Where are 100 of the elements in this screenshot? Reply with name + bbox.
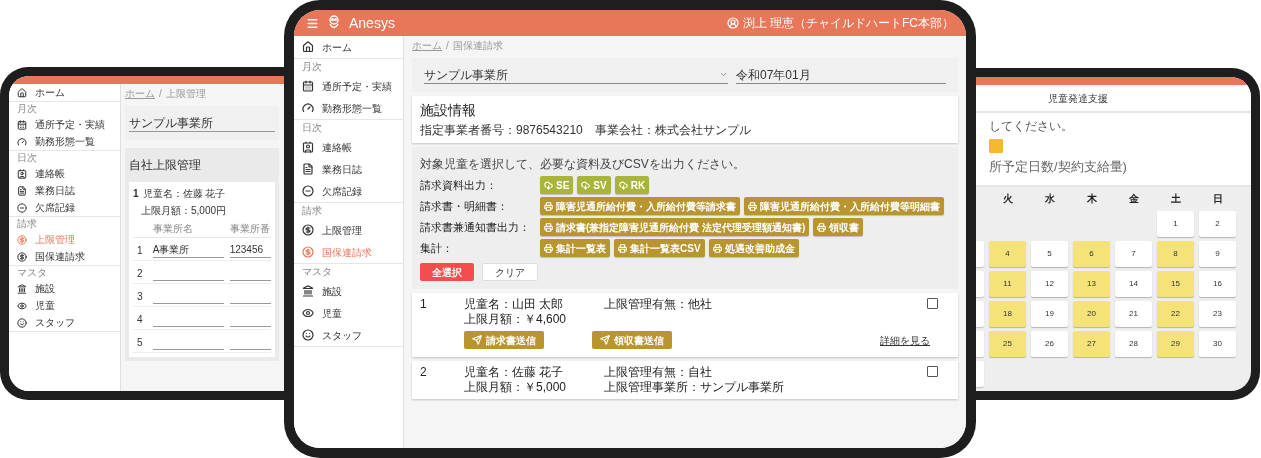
sidebar-item[interactable]: ホーム: [294, 36, 403, 58]
dollar-circle-icon: [17, 251, 27, 262]
sidebar-section-heading: 月次: [16, 102, 38, 116]
office-name-field[interactable]: A事業所: [152, 242, 224, 258]
calendar-day-cell[interactable]: 28: [1115, 330, 1152, 357]
calendar-day-cell[interactable]: [976, 330, 984, 357]
printer-icon: [544, 243, 553, 253]
details-link[interactable]: 詳細を見る: [880, 332, 930, 348]
sidebar-item[interactable]: 通所予定・実績: [294, 75, 403, 97]
sidebar-item[interactable]: 連絡帳: [294, 136, 403, 158]
limit-management-office: 上限管理事業所：サンプル事業所: [604, 380, 785, 395]
weekday-label: 日: [1211, 192, 1224, 206]
menu-icon[interactable]: [306, 16, 319, 30]
breadcrumb-separator: /: [446, 38, 449, 53]
sidebar-item[interactable]: 通所予定・実績: [9, 116, 120, 133]
calendar-day-cell[interactable]: 12: [1031, 270, 1068, 297]
sidebar-section-heading: 月次: [301, 60, 323, 74]
row-number: 2: [136, 266, 144, 281]
calendar-day-cell[interactable]: 22: [1157, 300, 1194, 327]
weekday-label: 木: [1085, 192, 1098, 206]
dollar-circle-icon: [17, 234, 27, 245]
monthly-limit: 上限月額：5,000円: [140, 204, 228, 218]
sidebar-item[interactable]: 国保連請求: [9, 248, 120, 265]
user-avatar-icon[interactable]: [726, 17, 739, 29]
calendar-day-cell[interactable]: [976, 360, 984, 387]
sidebar-item[interactable]: 施設: [294, 280, 403, 302]
calendar-day-cell[interactable]: [976, 240, 984, 267]
document-icon: [17, 185, 27, 196]
dropdown-caret-icon: [719, 70, 728, 79]
sidebar-item[interactable]: スタッフ: [294, 324, 403, 346]
office-select[interactable]: サンプル事業所: [129, 114, 275, 132]
calendar-day-cell[interactable]: 20: [1073, 300, 1110, 327]
clear-button[interactable]: クリア: [482, 263, 538, 281]
sidebar-item[interactable]: 施設: [9, 280, 120, 297]
checkbox[interactable]: [927, 366, 938, 377]
smile-icon: [17, 317, 27, 328]
cloud-download-icon: [581, 180, 591, 190]
sidebar-item[interactable]: 業務日誌: [294, 158, 403, 180]
calendar-day-cell[interactable]: 18: [989, 300, 1026, 327]
calendar-day-cell[interactable]: [976, 270, 984, 297]
output-row-label: 請求書兼通知書出力：: [420, 220, 531, 235]
calendar-day-cell[interactable]: 25: [989, 330, 1026, 357]
bank-icon: [17, 283, 27, 294]
calendar-day-cell[interactable]: 15: [1157, 270, 1194, 297]
sidebar-item[interactable]: 欠席記録: [9, 199, 120, 216]
weekday-label: 土: [1169, 192, 1182, 206]
document-icon: [302, 163, 314, 175]
smile-icon: [302, 329, 314, 341]
calendar-day-cell[interactable]: 26: [1031, 330, 1068, 357]
calendar-day-cell[interactable]: 4: [989, 240, 1026, 267]
calendar-day-cell[interactable]: 30: [1199, 330, 1236, 357]
calendar-day-cell[interactable]: 2: [1199, 210, 1236, 237]
calendar-day-cell[interactable]: 23: [1199, 300, 1236, 327]
output-row-label: 請求資料出力：: [420, 178, 498, 193]
calendar-day-cell[interactable]: 16: [1199, 270, 1236, 297]
sidebar-item[interactable]: 勤務形態一覧: [9, 133, 120, 150]
sidebar-item[interactable]: 児童: [294, 302, 403, 324]
sidebar-item[interactable]: ホーム: [9, 84, 120, 101]
calendar-day-cell[interactable]: [976, 300, 984, 327]
cloud-download-icon: [618, 180, 628, 190]
weekday-label: 水: [1043, 192, 1056, 206]
office-number-field[interactable]: 123456: [229, 242, 271, 258]
sidebar-section-heading: 日次: [16, 151, 38, 165]
calendar-day-cell[interactable]: 13: [1073, 270, 1110, 297]
sidebar-item[interactable]: 欠席記録: [294, 180, 403, 202]
select-all-button[interactable]: 全選択: [420, 263, 474, 281]
sidebar-section-heading: マスタ: [301, 265, 333, 279]
printer-icon: [817, 222, 827, 232]
calendar-day-cell[interactable]: 11: [989, 270, 1026, 297]
sidebar-item[interactable]: 業務日誌: [9, 182, 120, 199]
calendar-day-cell[interactable]: 8: [1157, 240, 1194, 267]
gauge-icon: [17, 136, 27, 147]
logo-icon: [327, 15, 341, 31]
calendar-day-cell[interactable]: 5: [1031, 240, 1068, 267]
home-icon: [17, 87, 27, 98]
hint-text: してください。: [989, 118, 1074, 135]
sidebar-item[interactable]: 連絡帳: [9, 165, 120, 182]
sidebar-section-heading: 請求: [301, 204, 323, 218]
calendar-day-cell[interactable]: 29: [1157, 330, 1194, 357]
calendar-day-cell[interactable]: 27: [1073, 330, 1110, 357]
sidebar-item[interactable]: 勤務形態一覧: [294, 97, 403, 119]
sidebar-item[interactable]: スタッフ: [9, 314, 120, 331]
weekday-label: 金: [1127, 192, 1140, 206]
printer-icon: [712, 243, 722, 253]
app-name: Anesys: [349, 13, 395, 33]
calendar-day-cell[interactable]: 9: [1199, 240, 1236, 267]
calendar-day-cell[interactable]: 7: [1115, 240, 1152, 267]
calendar-day-cell[interactable]: 21: [1115, 300, 1152, 327]
checkbox[interactable]: [927, 298, 938, 309]
month-field[interactable]: 令和07年01月: [736, 66, 946, 84]
office-select[interactable]: サンプル事業所: [424, 66, 728, 84]
sidebar-section-heading: 日次: [301, 121, 323, 135]
calendar-day-cell[interactable]: 19: [1031, 300, 1068, 327]
sidebar-item[interactable]: 児童: [9, 297, 120, 314]
instruction-text: 対象児童を選択して、必要な資料及びCSVを出力ください。: [420, 156, 746, 173]
row-number: 3: [136, 289, 144, 304]
calendar-day-cell[interactable]: 6: [1073, 240, 1110, 267]
sidebar-item[interactable]: 上限管理: [294, 219, 403, 241]
calendar-day-cell[interactable]: 14: [1115, 270, 1152, 297]
calendar-day-cell[interactable]: 1: [1157, 210, 1194, 237]
